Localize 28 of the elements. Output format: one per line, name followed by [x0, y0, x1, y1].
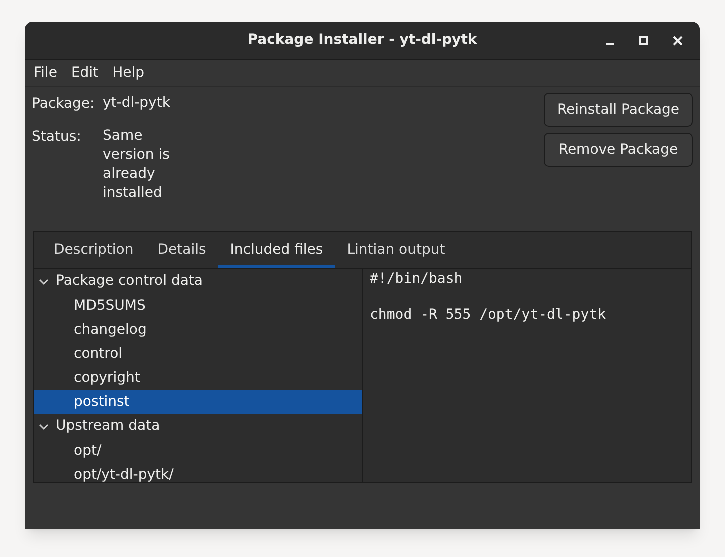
field-label: Package:: [32, 95, 96, 114]
code-line: #!/bin/bash: [370, 270, 464, 288]
tree-item[interactable]: control: [34, 342, 362, 366]
window-title: Package Installer - yt-dl-pytk: [248, 31, 478, 50]
maximize-icon: [639, 36, 649, 46]
tree-item[interactable]: opt/yt-dl-pytk/: [34, 463, 362, 482]
tree-item[interactable]: opt/: [34, 439, 362, 463]
tree-group[interactable]: Upstream data: [56, 416, 160, 437]
tree-item[interactable]: copyright: [34, 366, 362, 390]
minimize-icon: [606, 43, 614, 45]
menu-item[interactable]: File: [27, 60, 64, 86]
field-value: yt-dl-pytk: [103, 94, 172, 113]
tab[interactable]: Included files: [218, 232, 336, 268]
menu-item[interactable]: Edit: [64, 60, 106, 86]
code-line: chmod -R 555 /opt/yt-dl-pytk: [370, 306, 608, 324]
tree-group[interactable]: Package control data: [56, 271, 203, 292]
close-icon: [673, 36, 683, 46]
field-label: Status:: [32, 128, 82, 147]
menu-item[interactable]: Help: [106, 60, 152, 86]
field-value: Same version is already installed: [103, 127, 171, 203]
tab[interactable]: Lintian output: [335, 232, 458, 268]
action-button[interactable]: Remove Package: [544, 133, 693, 167]
tree-item[interactable]: postinst: [34, 390, 362, 414]
action-button[interactable]: Reinstall Package: [544, 93, 693, 127]
tree-item[interactable]: changelog: [34, 318, 362, 342]
tree-item[interactable]: MD5SUMS: [34, 294, 362, 318]
tab[interactable]: Description: [42, 232, 146, 268]
tab[interactable]: Details: [146, 232, 218, 268]
